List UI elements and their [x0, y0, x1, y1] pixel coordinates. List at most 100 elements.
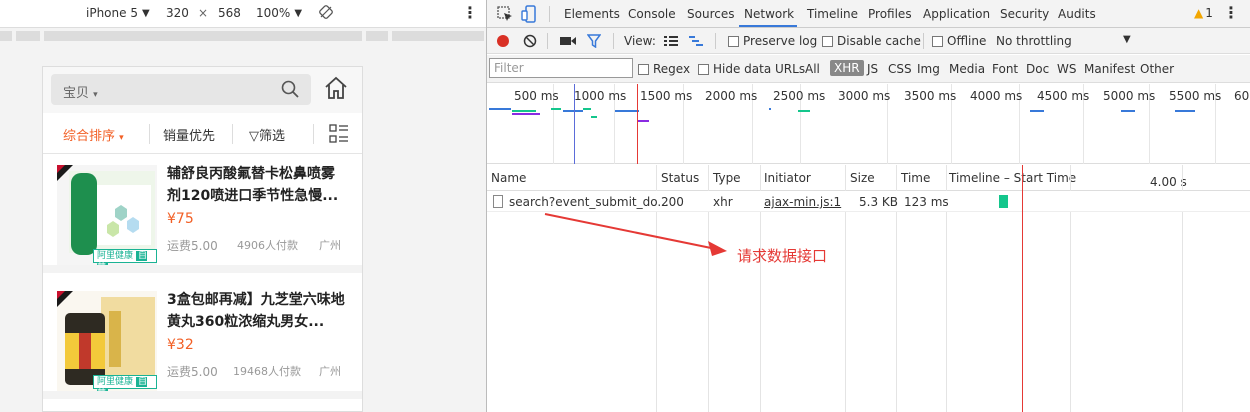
- ruler-segment[interactable]: [392, 31, 484, 41]
- more-options-icon[interactable]: ⋮: [462, 4, 478, 22]
- zoom-value: 100%: [256, 6, 291, 20]
- overview-tick: 1000 ms: [574, 89, 627, 103]
- screenshot-icon[interactable]: [560, 35, 576, 47]
- offline-checkbox[interactable]: Offline: [932, 34, 986, 48]
- filter-type-css[interactable]: CSS: [888, 62, 912, 76]
- product-image[interactable]: 阿里健康自营: [57, 165, 157, 265]
- filter-input[interactable]: Filter: [489, 58, 633, 78]
- product-item[interactable]: 阿里健康自营 辅舒良丙酸氟替卡松鼻喷雾剂120喷进口季节性急慢... ¥75 运…: [43, 155, 362, 273]
- column-status[interactable]: Status: [661, 171, 699, 185]
- corner-accent: [57, 291, 65, 299]
- filter-type-all[interactable]: All: [805, 62, 820, 76]
- filter-funnel-icon[interactable]: [587, 34, 601, 48]
- tab-sources[interactable]: Sources: [687, 7, 734, 21]
- badge-label: 阿里健康: [97, 377, 134, 387]
- device-toolbar-icon[interactable]: [521, 5, 539, 23]
- filter-type-other[interactable]: Other: [1140, 62, 1174, 76]
- column-name[interactable]: Name: [491, 171, 526, 185]
- throttling-select[interactable]: No throttling: [996, 34, 1072, 48]
- product-item[interactable]: 阿里健康自营 3盒包邮再减】九芝堂六味地黄丸360粒浓缩丸男女... ¥32 运…: [43, 281, 362, 399]
- chevron-down-icon: ▼: [141, 7, 150, 19]
- preserve-log-checkbox[interactable]: Preserve log: [728, 34, 817, 48]
- inspect-element-icon[interactable]: [496, 5, 514, 23]
- tab-network[interactable]: Network: [744, 7, 794, 21]
- overview-request-mark: [563, 110, 583, 112]
- network-overview[interactable]: 500 ms 1000 ms 1500 ms 2000 ms 2500 ms 3…: [487, 84, 1250, 164]
- filter-type-xhr[interactable]: XHR: [830, 60, 864, 76]
- checkbox[interactable]: [932, 35, 943, 47]
- tab-timeline[interactable]: Timeline: [807, 7, 858, 21]
- filter-label: 筛选: [259, 129, 286, 144]
- throttling-value: No throttling: [996, 34, 1072, 48]
- waterfall-overview-icon[interactable]: [689, 35, 703, 47]
- list-view-icon[interactable]: [329, 124, 349, 144]
- filter-type-font[interactable]: Font: [992, 62, 1018, 76]
- ruler-segment[interactable]: [0, 31, 12, 41]
- overview-request-mark: [551, 108, 561, 110]
- requests-table-header: Name Status Type Initiator Size Time Tim…: [487, 165, 1250, 191]
- device-select[interactable]: iPhone 5 ▼: [86, 6, 150, 20]
- checkbox[interactable]: [698, 63, 709, 75]
- search-scope[interactable]: 宝贝 ▾: [63, 82, 98, 101]
- search-box[interactable]: 宝贝 ▾: [51, 74, 311, 105]
- rotate-icon[interactable]: [318, 4, 334, 20]
- column-initiator[interactable]: Initiator: [764, 171, 811, 185]
- ruler-segment[interactable]: [16, 31, 40, 41]
- tab-security[interactable]: Security: [1000, 7, 1049, 21]
- sort-comprehensive[interactable]: 综合排序 ▾: [63, 125, 124, 144]
- large-rows-icon[interactable]: [664, 35, 678, 47]
- divider: [715, 33, 716, 49]
- record-icon[interactable]: [496, 34, 510, 48]
- filter-type-media[interactable]: Media: [949, 62, 985, 76]
- regex-checkbox[interactable]: Regex: [638, 62, 690, 76]
- ruler-segment[interactable]: [44, 31, 362, 41]
- sort-sales[interactable]: 销量优先: [163, 125, 215, 144]
- column-size[interactable]: Size: [850, 171, 875, 185]
- checkbox[interactable]: [822, 35, 833, 47]
- device-height-input[interactable]: 568: [218, 6, 241, 20]
- tab-profiles[interactable]: Profiles: [868, 7, 912, 21]
- media-query-ruler: [0, 28, 486, 44]
- filter-type-doc[interactable]: Doc: [1026, 62, 1049, 76]
- search-scope-label: 宝贝: [63, 86, 90, 101]
- tab-elements[interactable]: Elements: [564, 7, 620, 21]
- badge-label: 阿里健康: [97, 251, 134, 261]
- preserve-log-label: Preserve log: [743, 34, 818, 48]
- filter-button[interactable]: ▽筛选: [249, 125, 285, 144]
- request-initiator-link[interactable]: ajax-min.js:1: [764, 195, 841, 209]
- request-name[interactable]: search?event_submit_do...: [509, 195, 669, 209]
- search-icon[interactable]: [281, 80, 299, 98]
- filter-type-manifest[interactable]: Manifest: [1084, 62, 1135, 76]
- clear-icon[interactable]: [523, 34, 537, 48]
- tab-application[interactable]: Application: [923, 7, 990, 21]
- overview-tick: 500 ms: [514, 89, 559, 103]
- checkbox[interactable]: [638, 63, 649, 75]
- disable-cache-checkbox[interactable]: Disable cache: [822, 34, 921, 48]
- overview-request-mark: [1030, 110, 1044, 112]
- home-icon[interactable]: [323, 75, 349, 101]
- column-timeline[interactable]: Timeline – Start Time: [949, 171, 1076, 185]
- waterfall-bar[interactable]: [999, 195, 1008, 208]
- checkbox[interactable]: [728, 35, 739, 47]
- filter-type-ws[interactable]: WS: [1057, 62, 1076, 76]
- filter-type-img[interactable]: Img: [917, 62, 940, 76]
- product-image[interactable]: 阿里健康自营: [57, 291, 157, 391]
- warning-counter[interactable]: ▲ 1: [1194, 6, 1213, 20]
- column-type[interactable]: Type: [713, 171, 741, 185]
- column-time[interactable]: Time: [901, 171, 930, 185]
- device-name: iPhone 5: [86, 6, 138, 20]
- device-width-input[interactable]: 320: [166, 6, 189, 20]
- table-row[interactable]: search?event_submit_do... 200 xhr ajax-m…: [487, 191, 1250, 212]
- overview-tick: 3500 ms: [904, 89, 957, 103]
- overview-request-mark: [489, 108, 511, 110]
- ruler-segment[interactable]: [366, 31, 388, 41]
- product-title[interactable]: 3盒包邮再减】九芝堂六味地黄丸360粒浓缩丸男女...: [167, 289, 347, 333]
- hide-data-urls-checkbox[interactable]: Hide data URLs: [698, 62, 805, 76]
- tab-audits[interactable]: Audits: [1058, 7, 1096, 21]
- chevron-down-icon[interactable]: ▼: [1123, 34, 1131, 45]
- more-options-icon[interactable]: ⋮: [1223, 3, 1239, 22]
- tab-console[interactable]: Console: [628, 7, 676, 21]
- zoom-select[interactable]: 100% ▼: [256, 6, 302, 20]
- filter-type-js[interactable]: JS: [867, 62, 878, 76]
- product-title[interactable]: 辅舒良丙酸氟替卡松鼻喷雾剂120喷进口季节性急慢...: [167, 163, 347, 207]
